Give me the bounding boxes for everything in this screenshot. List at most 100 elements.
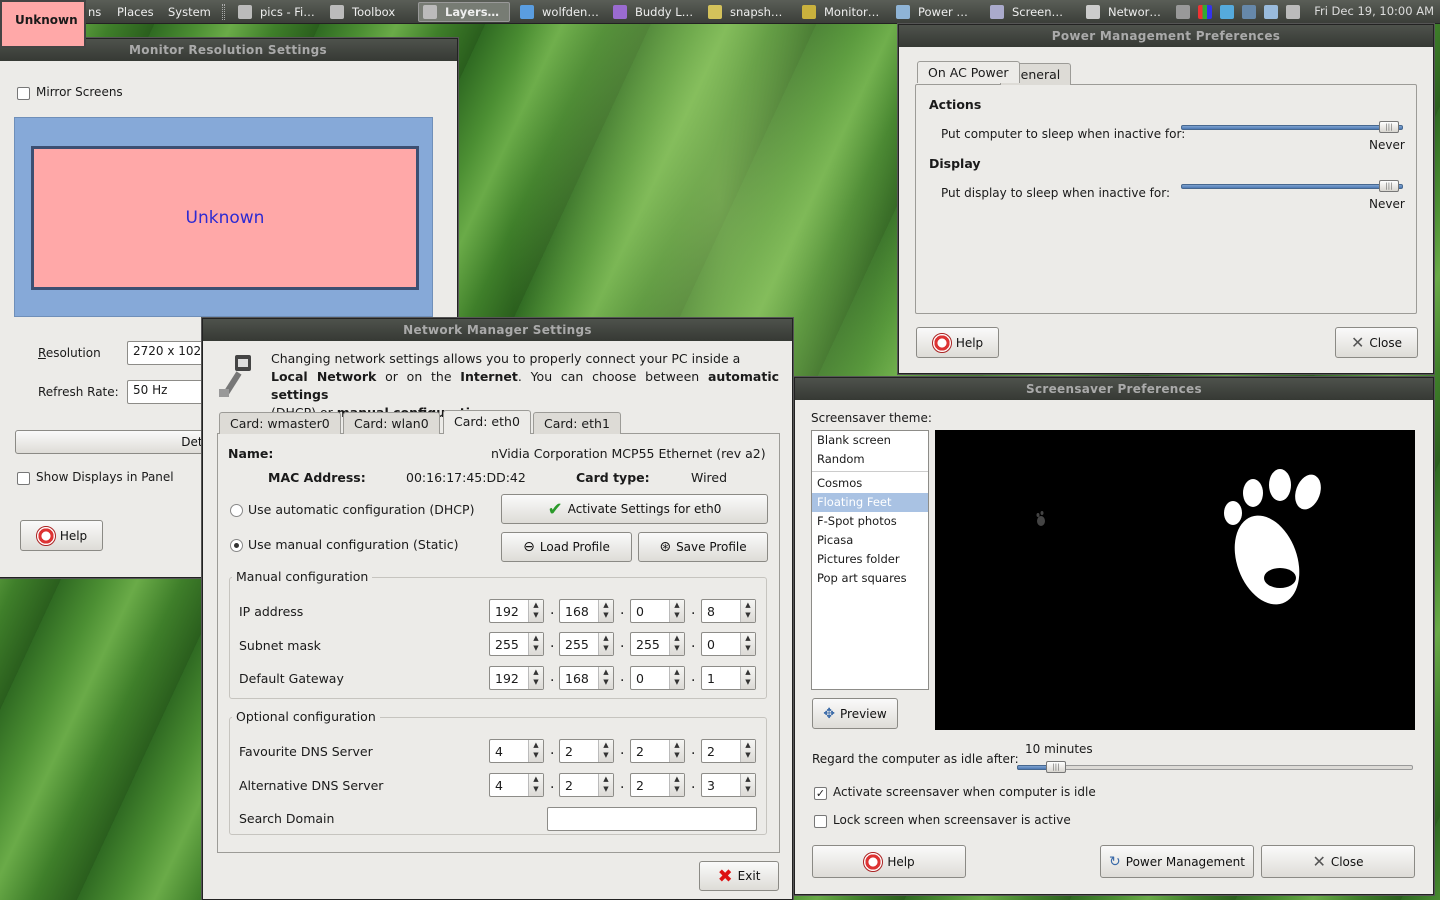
menu-places[interactable]: Places xyxy=(117,2,154,22)
theme-item-fspot[interactable]: F-Spot photos xyxy=(812,512,928,531)
default-gateway-octet-3-spinbox[interactable]: 0 ▲ ▼ xyxy=(630,666,685,690)
tab-card-wmaster0[interactable]: Card: wmaster0 xyxy=(219,412,341,434)
spin-arrows-icon[interactable]: ▲ ▼ xyxy=(598,740,613,762)
task-toolbox[interactable]: Toolbox xyxy=(330,2,410,22)
sleep-slider-knob[interactable]: ||| xyxy=(1379,121,1399,133)
spin-arrows-icon[interactable]: ▲ ▼ xyxy=(740,774,755,796)
theme-item-cosmos[interactable]: Cosmos xyxy=(812,474,928,493)
spin-arrows-icon[interactable]: ▲ ▼ xyxy=(528,600,543,622)
tab-card-eth1[interactable]: Card: eth1 xyxy=(533,412,621,434)
theme-item-pop-art[interactable]: Pop art squares xyxy=(812,569,928,588)
theme-item-pictures-folder[interactable]: Pictures folder xyxy=(812,550,928,569)
spin-arrows-icon[interactable]: ▲ ▼ xyxy=(598,774,613,796)
dhcp-radio[interactable] xyxy=(230,504,243,517)
dns1-octet-4-spinbox[interactable]: 2 ▲ ▼ xyxy=(701,739,756,763)
spin-arrows-icon[interactable]: ▲ ▼ xyxy=(598,600,613,622)
menu-system[interactable]: System xyxy=(168,2,211,22)
ip-address-octet-1-spinbox[interactable]: 192 ▲ ▼ xyxy=(489,599,544,623)
screensaver-help-button[interactable]: Help xyxy=(812,845,966,878)
dns2-octet-3-spinbox[interactable]: 2 ▲ ▼ xyxy=(630,773,685,797)
task-monitor[interactable]: Monitor… xyxy=(802,2,882,22)
task-buddy-list[interactable]: Buddy L… xyxy=(613,2,695,22)
task-network[interactable]: Networ… xyxy=(1086,2,1166,22)
tab-card-wlan0[interactable]: Card: wlan0 xyxy=(343,412,440,434)
task-snapshot[interactable]: snapsh… xyxy=(708,2,788,22)
task-screensaver[interactable]: Screen… xyxy=(990,2,1074,22)
power-titlebar[interactable]: Power Management Preferences xyxy=(899,25,1433,47)
subnet-mask-octet-3-spinbox[interactable]: 255 ▲ ▼ xyxy=(630,632,685,656)
screensaver-close-button[interactable]: ✕ Close xyxy=(1261,845,1415,878)
tab-card-eth0[interactable]: Card: eth0 xyxy=(443,410,531,434)
dns1-octet-1-spinbox[interactable]: 4 ▲ ▼ xyxy=(489,739,544,763)
default-gateway-octet-1-spinbox[interactable]: 192 ▲ ▼ xyxy=(489,666,544,690)
spin-arrows-icon[interactable]: ▲ ▼ xyxy=(740,600,755,622)
show-displays-checkbox[interactable] xyxy=(17,472,30,485)
spin-arrows-icon[interactable]: ▲ ▼ xyxy=(669,774,684,796)
spin-arrows-icon[interactable]: ▲ ▼ xyxy=(528,774,543,796)
theme-item-picasa[interactable]: Picasa xyxy=(812,531,928,550)
display-sleep-slider-knob[interactable]: ||| xyxy=(1379,180,1399,192)
load-profile-button[interactable]: ⊖ Load Profile xyxy=(501,532,632,562)
power-management-button[interactable]: ↻ Power Management xyxy=(1100,845,1254,878)
spin-arrows-icon[interactable]: ▲ ▼ xyxy=(528,740,543,762)
spin-arrows-icon[interactable]: ▲ ▼ xyxy=(669,667,684,689)
display-sleep-slider[interactable] xyxy=(1181,184,1403,189)
dns1-octet-3-spinbox[interactable]: 2 ▲ ▼ xyxy=(630,739,685,763)
static-radio[interactable] xyxy=(230,539,243,552)
tray-battery-icon[interactable] xyxy=(1286,5,1300,19)
tray-app-icon[interactable] xyxy=(1198,5,1212,19)
spin-arrows-icon[interactable]: ▲ ▼ xyxy=(598,633,613,655)
detect-displays-button[interactable]: Dete xyxy=(15,430,215,454)
monitor-help-button[interactable]: Help xyxy=(20,520,103,551)
tray-wired-icon[interactable] xyxy=(1264,5,1278,19)
ip-address-octet-4-spinbox[interactable]: 8 ▲ ▼ xyxy=(701,599,756,623)
network-titlebar[interactable]: Network Manager Settings xyxy=(203,319,792,341)
screensaver-titlebar[interactable]: Screensaver Preferences xyxy=(795,378,1433,400)
task-power[interactable]: Power … xyxy=(896,2,976,22)
spin-arrows-icon[interactable]: ▲ ▼ xyxy=(669,740,684,762)
spin-arrows-icon[interactable]: ▲ ▼ xyxy=(528,667,543,689)
spin-arrows-icon[interactable]: ▲ ▼ xyxy=(740,633,755,655)
tray-network-icon[interactable] xyxy=(1176,5,1190,19)
subnet-mask-octet-1-spinbox[interactable]: 255 ▲ ▼ xyxy=(489,632,544,656)
spin-arrows-icon[interactable]: ▲ ▼ xyxy=(669,600,684,622)
spin-arrows-icon[interactable]: ▲ ▼ xyxy=(528,633,543,655)
lock-screen-checkbox[interactable] xyxy=(814,815,827,828)
spin-arrows-icon[interactable]: ▲ ▼ xyxy=(740,740,755,762)
idle-slider-knob[interactable]: ||| xyxy=(1046,761,1066,773)
subnet-mask-octet-4-spinbox[interactable]: 0 ▲ ▼ xyxy=(701,632,756,656)
theme-item-random[interactable]: Random xyxy=(812,450,928,469)
preview-button[interactable]: ✥ Preview xyxy=(812,698,898,729)
spin-arrows-icon[interactable]: ▲ ▼ xyxy=(598,667,613,689)
spin-arrows-icon[interactable]: ▲ ▼ xyxy=(669,633,684,655)
mirror-screens-checkbox[interactable] xyxy=(17,87,30,100)
dns2-octet-1-spinbox[interactable]: 4 ▲ ▼ xyxy=(489,773,544,797)
tab-on-ac-power[interactable]: On AC Power xyxy=(917,61,1020,83)
save-profile-button[interactable]: ⊛ Save Profile xyxy=(638,532,768,562)
theme-item-floating-feet[interactable]: Floating Feet xyxy=(812,493,928,512)
power-close-button[interactable]: ✕ Close xyxy=(1335,327,1418,358)
dns2-octet-2-spinbox[interactable]: 2 ▲ ▼ xyxy=(559,773,614,797)
task-pics[interactable]: pics - Fi… xyxy=(238,2,318,22)
theme-item-blank[interactable]: Blank screen xyxy=(812,431,928,450)
task-wolfden[interactable]: wolfden… xyxy=(520,2,600,22)
ip-address-octet-2-spinbox[interactable]: 168 ▲ ▼ xyxy=(559,599,614,623)
default-gateway-octet-4-spinbox[interactable]: 1 ▲ ▼ xyxy=(701,666,756,690)
theme-list[interactable]: Blank screen Random Cosmos Floating Feet… xyxy=(811,430,929,690)
power-help-button[interactable]: Help xyxy=(916,327,999,358)
spin-arrows-icon[interactable]: ▲ ▼ xyxy=(740,667,755,689)
panel-clock[interactable]: Fri Dec 19, 10:00 AM xyxy=(1314,4,1434,18)
screen-unknown-box[interactable]: Unknown xyxy=(31,146,419,290)
search-domain-input[interactable] xyxy=(547,807,757,831)
sleep-slider[interactable] xyxy=(1181,125,1403,130)
task-layers[interactable]: Layers… xyxy=(418,2,510,22)
dns2-octet-4-spinbox[interactable]: 3 ▲ ▼ xyxy=(701,773,756,797)
idle-slider[interactable] xyxy=(1017,765,1413,770)
dns1-octet-2-spinbox[interactable]: 2 ▲ ▼ xyxy=(559,739,614,763)
exit-button[interactable]: ✖ Exit xyxy=(699,861,779,891)
activate-settings-button[interactable]: ✔ Activate Settings for eth0 xyxy=(501,494,768,524)
default-gateway-octet-2-spinbox[interactable]: 168 ▲ ▼ xyxy=(559,666,614,690)
menu-applications[interactable]: ns xyxy=(88,2,101,22)
tray-display-icon[interactable] xyxy=(1242,5,1256,19)
subnet-mask-octet-2-spinbox[interactable]: 255 ▲ ▼ xyxy=(559,632,614,656)
